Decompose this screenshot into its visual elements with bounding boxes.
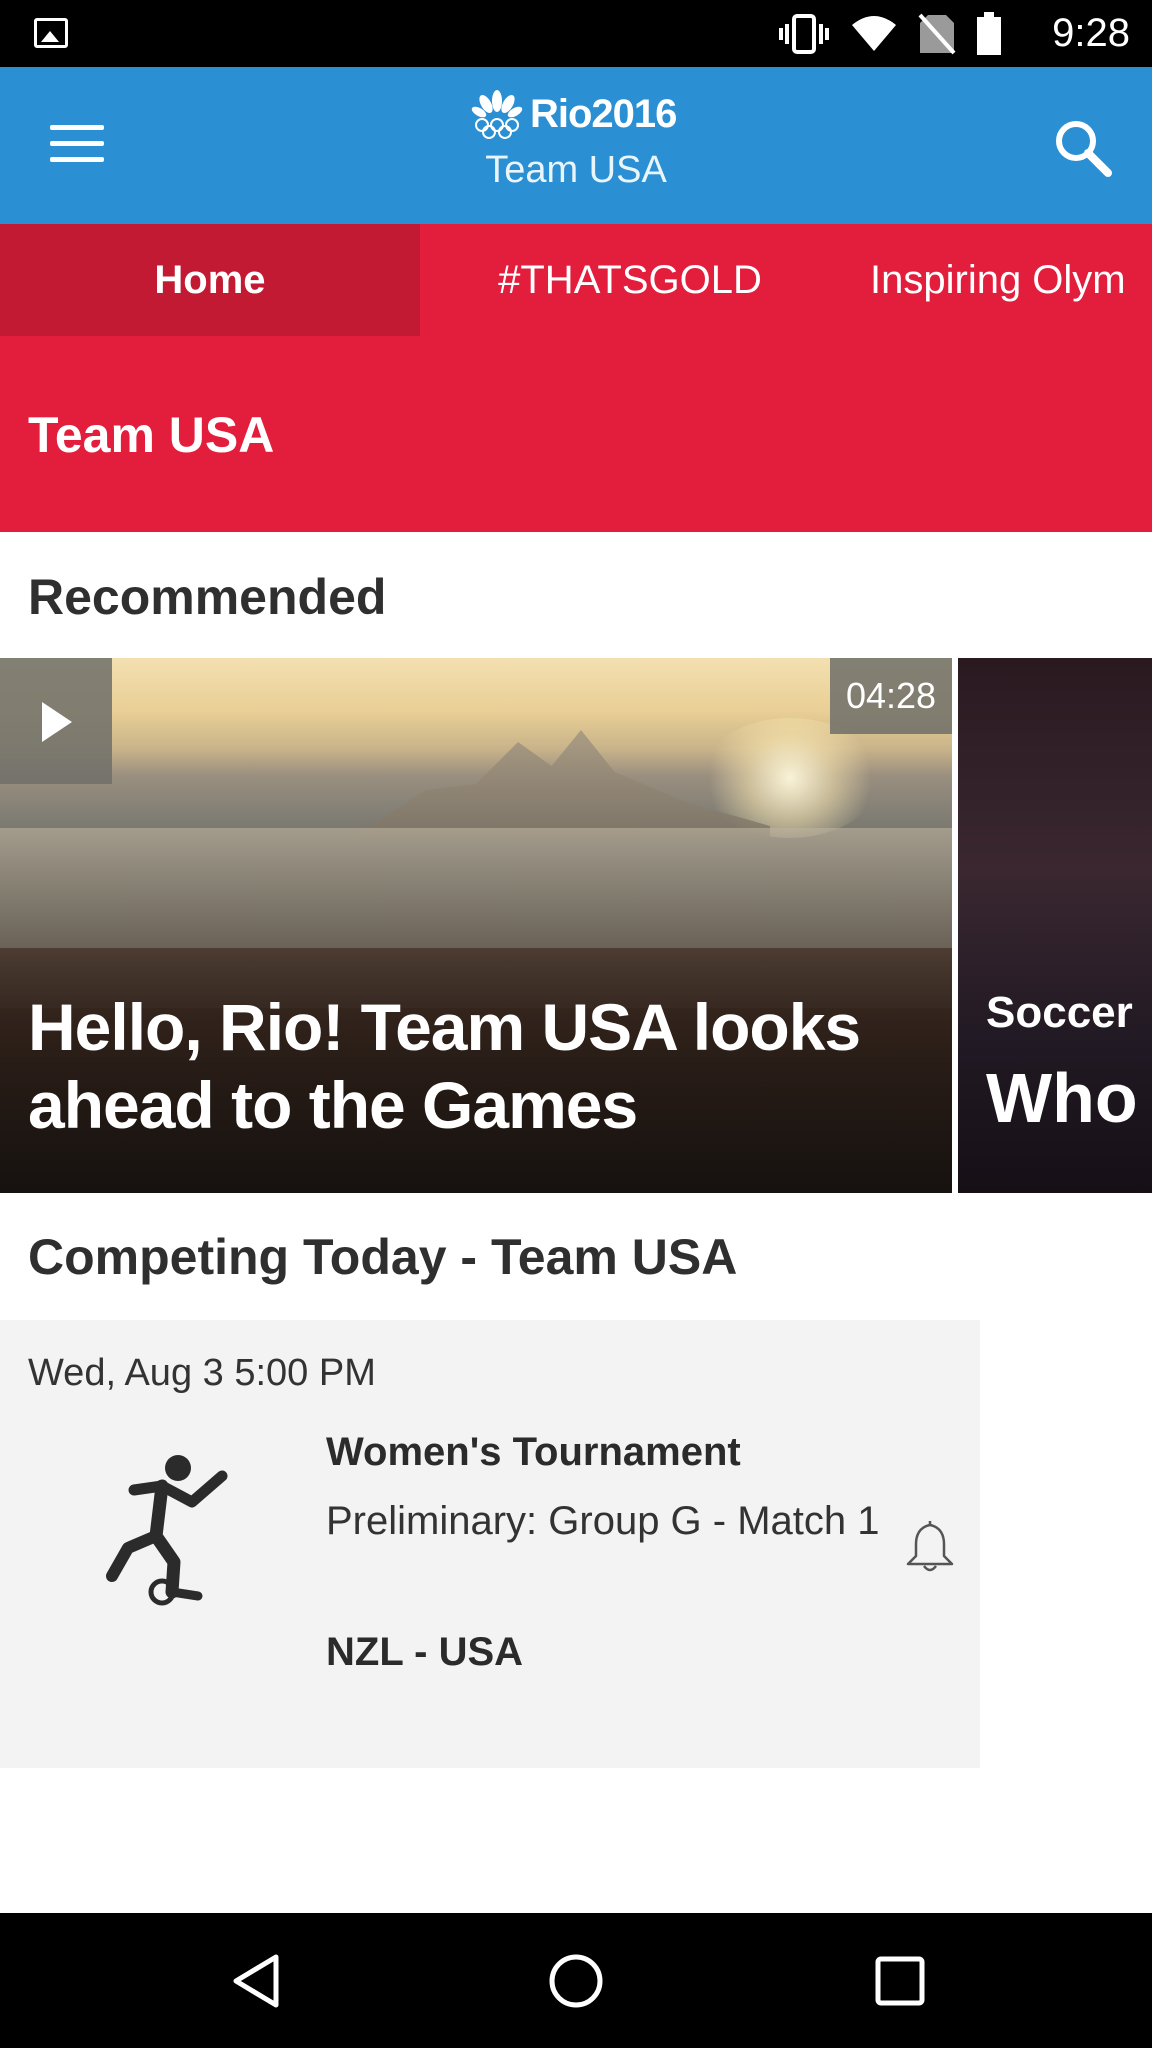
play-button[interactable] (0, 658, 112, 784)
event-date: Wed, Aug 3 5:00 PM (28, 1352, 376, 1394)
app-subtitle: Team USA (485, 149, 667, 191)
video-card[interactable]: 04:28 Hello, Rio! Team USA looks ahead t… (0, 658, 952, 1193)
status-icons (778, 12, 1002, 56)
tab-thatsgold[interactable]: #THATSGOLD (420, 224, 840, 336)
competing-heading: Competing Today - Team USA (28, 1229, 738, 1285)
app-bar: Rio2016 Team USA (0, 67, 1152, 224)
recommended-heading: Recommended (28, 569, 387, 625)
card-category: Soccer (986, 988, 1133, 1037)
page-title: Team USA (28, 407, 275, 463)
rio2016-logo: Rio2016 (470, 87, 677, 141)
video-card-next[interactable]: Soccer Who (958, 658, 1152, 1193)
tab-inspiring-olympians[interactable]: Inspiring Olym (840, 224, 1152, 336)
recents-icon[interactable] (865, 1951, 935, 2011)
home-icon[interactable] (541, 1951, 611, 2011)
event-card[interactable]: Wed, Aug 3 5:00 PM Women's Tournament Pr… (0, 1320, 980, 1768)
system-nav-bar (0, 1913, 1152, 2048)
nbc-peacock-icon (471, 90, 523, 139)
no-sim-icon (918, 13, 956, 55)
event-match: NZL - USA (326, 1630, 524, 1674)
back-icon[interactable] (222, 1951, 292, 2011)
soccer-player-icon (106, 1455, 228, 1606)
tab-home[interactable]: Home (0, 224, 420, 336)
logo-text: Rio2016 (530, 91, 677, 136)
battery-icon (977, 12, 1001, 55)
video-duration: 04:28 (830, 658, 952, 734)
video-title: Hello, Rio! Team USA looks ahead to the … (28, 990, 861, 1142)
status-time: 9:28 (1052, 11, 1130, 55)
image-notification-icon (34, 18, 68, 48)
event-title: Women's Tournament (326, 1430, 741, 1474)
event-round: Preliminary: Group G - Match 1 (326, 1499, 880, 1543)
bell-icon[interactable] (900, 1516, 960, 1576)
wifi-icon (852, 16, 896, 51)
search-icon[interactable] (1050, 115, 1114, 179)
page-header: Team USA (0, 336, 1152, 532)
status-bar: 9:28 (0, 0, 1152, 67)
card-title-partial: Who (986, 1059, 1138, 1137)
vibrate-icon (779, 14, 829, 54)
tab-bar: Home #THATSGOLD Inspiring Olym (0, 224, 1152, 336)
play-icon (42, 702, 72, 742)
